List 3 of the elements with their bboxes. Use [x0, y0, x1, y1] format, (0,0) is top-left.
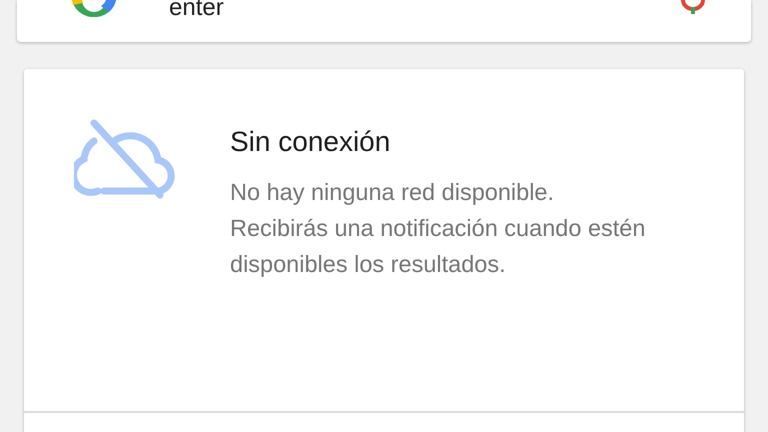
- offline-message: No hay ninguna red disponible. Recibirás una notificación cuando estén disponibles los resultados.: [230, 178, 646, 279]
- microphone-icon[interactable]: [680, 0, 706, 14]
- offline-title: Sin conexión: [230, 125, 392, 159]
